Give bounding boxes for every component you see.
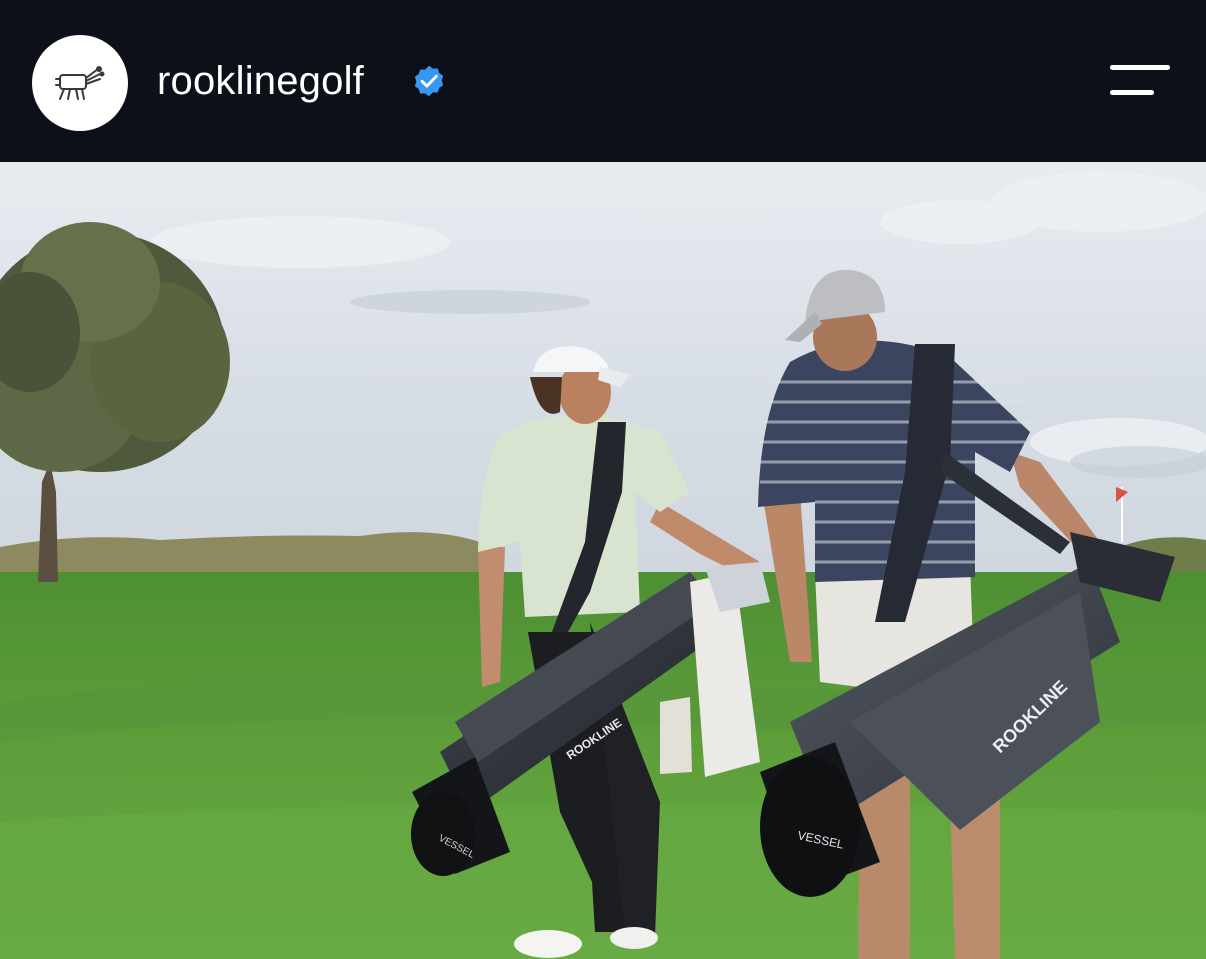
verified-badge-icon (414, 65, 444, 97)
profile-username[interactable]: rooklinegolf (157, 56, 364, 106)
golf-bag-logo-icon (55, 66, 105, 100)
profile-avatar[interactable] (32, 35, 128, 131)
profile-header: rooklinegolf (0, 0, 1206, 162)
menu-icon[interactable] (1108, 62, 1172, 100)
post-photo: VESSEL ROOKLINE VESSEL ROOKLINE (0, 162, 1206, 959)
